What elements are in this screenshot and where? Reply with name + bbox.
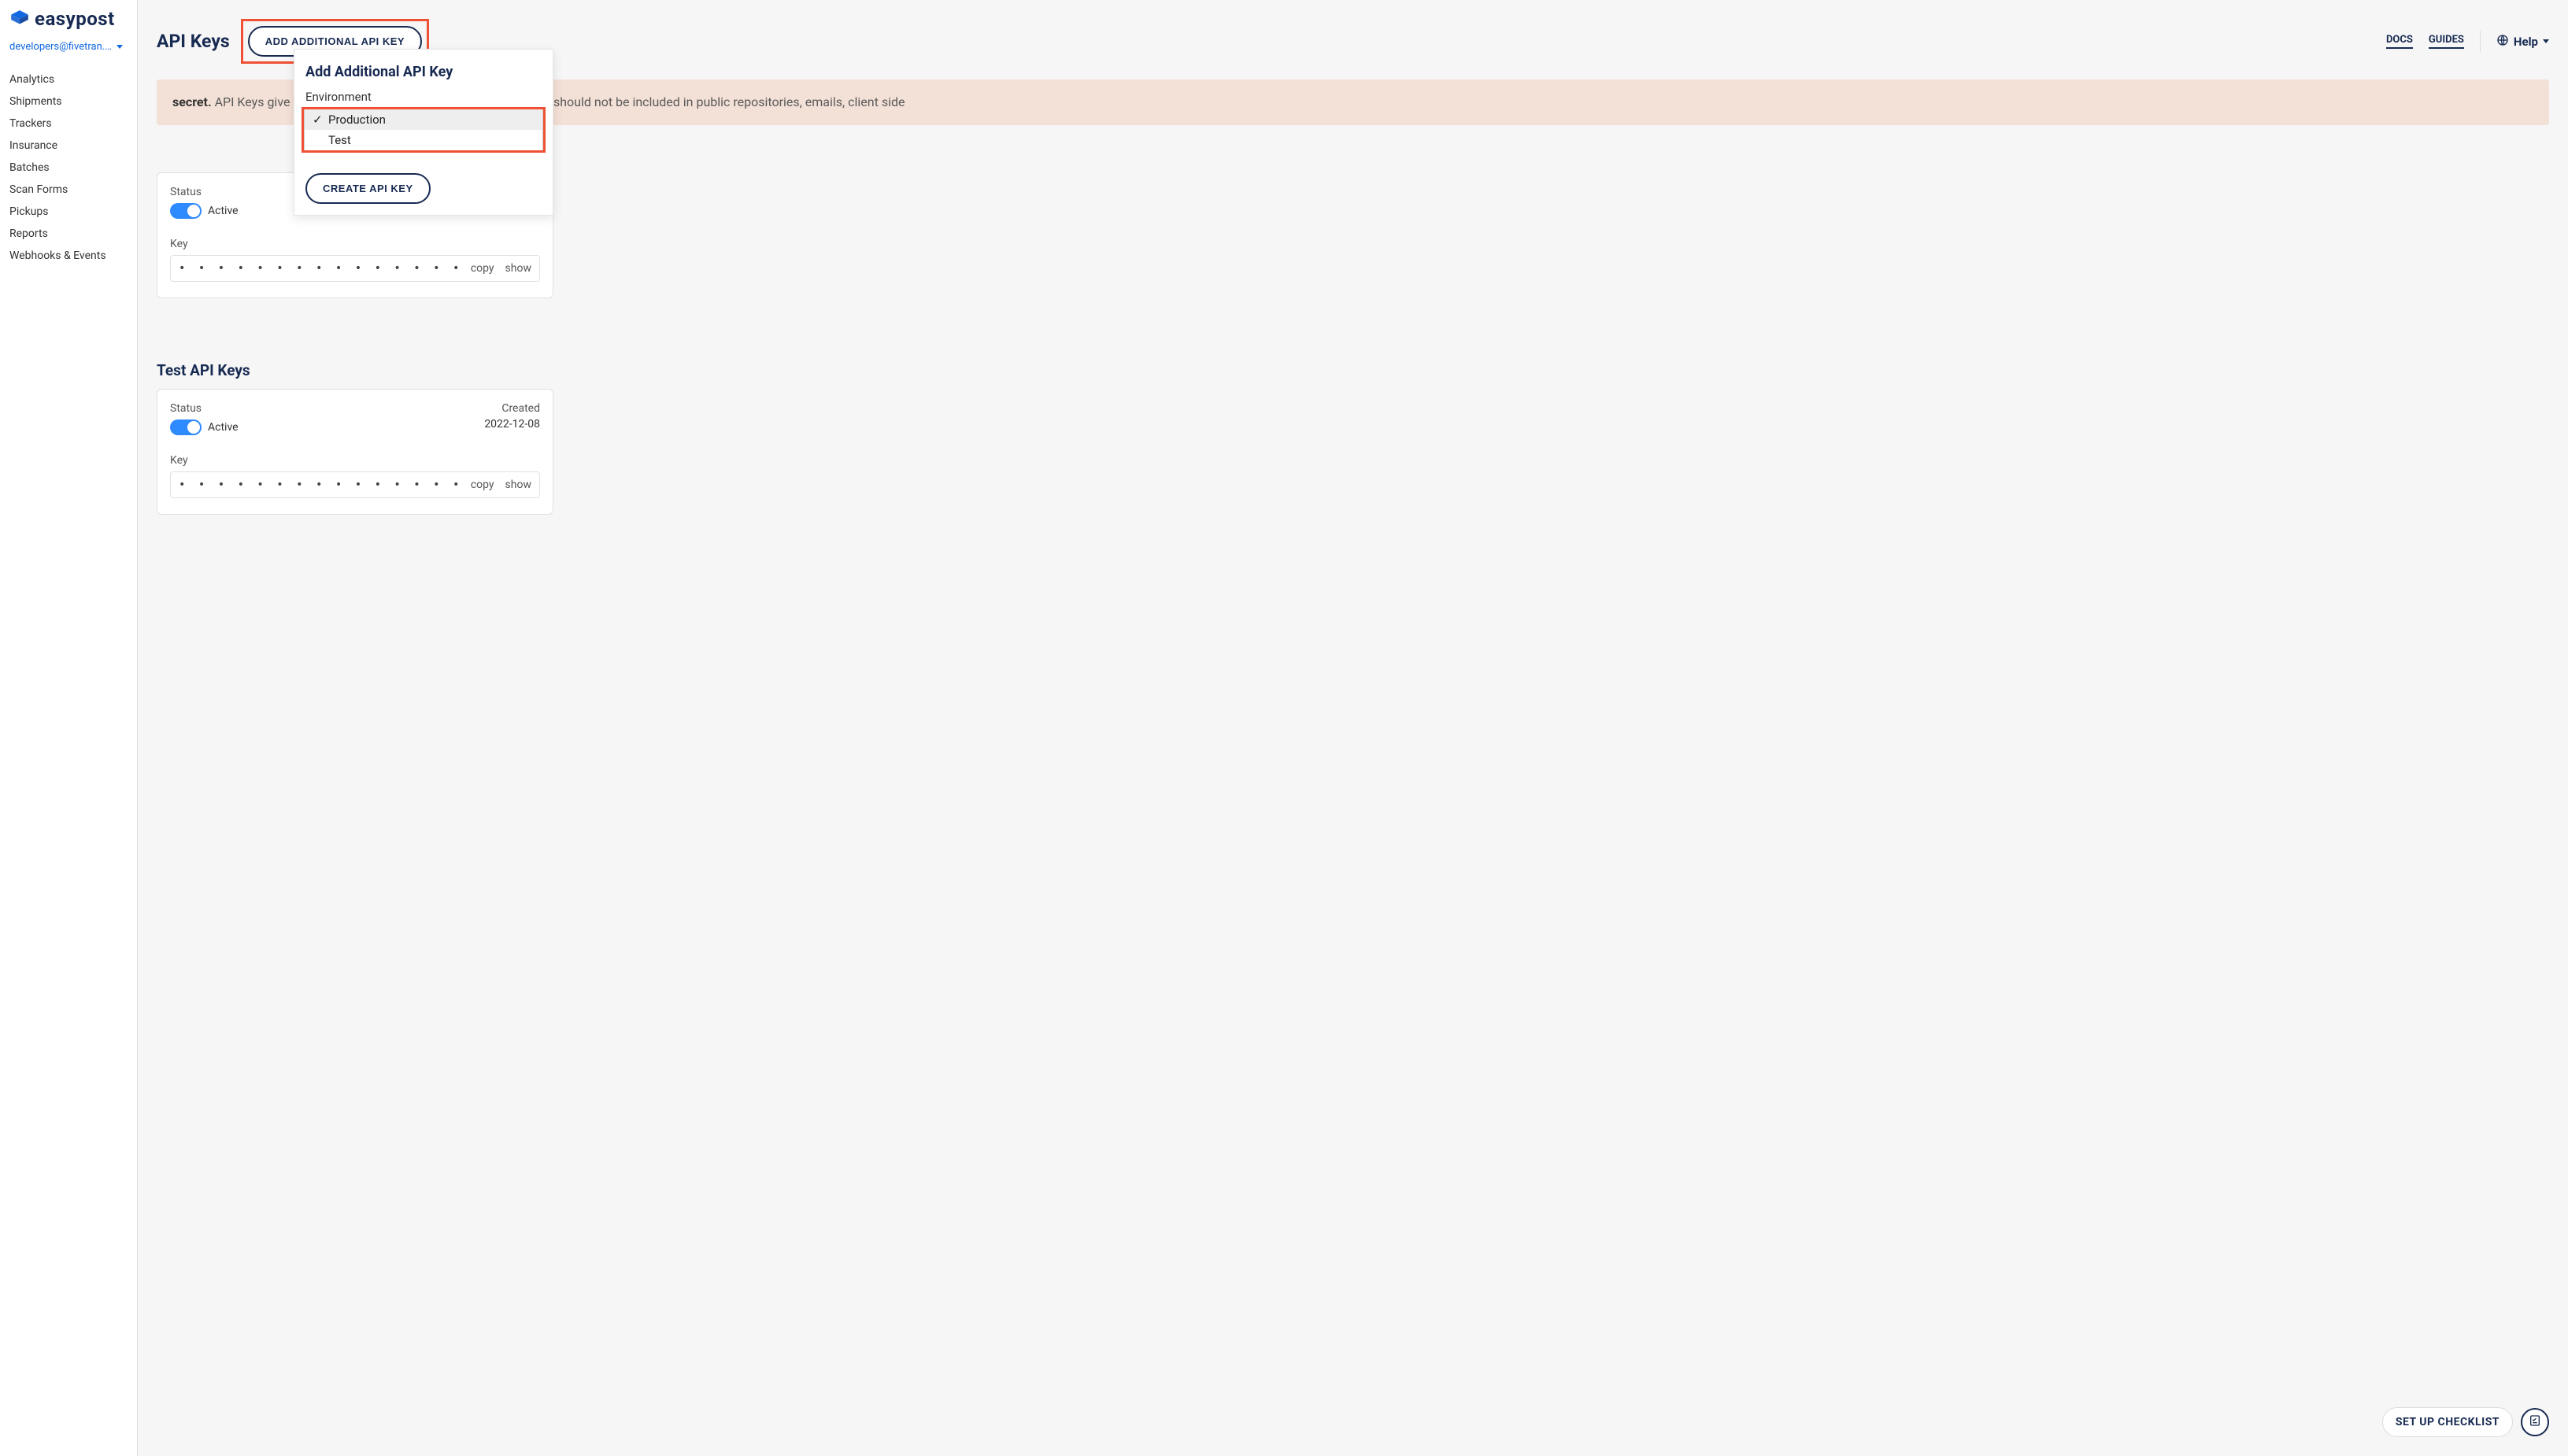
caret-down-icon: [2543, 39, 2549, 43]
guides-link[interactable]: GUIDES: [2429, 34, 2464, 49]
user-email: developers@fivetran.c...: [9, 41, 112, 53]
key-field: • • • • • • • • • • • • • • • • • • • • …: [170, 471, 540, 498]
key-masked-value: • • • • • • • • • • • • • • • • • • • • …: [179, 262, 460, 275]
brand-name: easypost: [35, 8, 115, 30]
key-field: • • • • • • • • • • • • • • • • • • • • …: [170, 255, 540, 282]
key-label: Key: [170, 454, 540, 467]
nav-item-batches[interactable]: Batches: [9, 157, 128, 179]
status-label: Status: [170, 402, 239, 415]
help-label: Help: [2514, 35, 2538, 49]
header-links: DOCS GUIDES Help: [2386, 31, 2549, 53]
nav-item-reports[interactable]: Reports: [9, 223, 128, 245]
add-api-key-popover: Add Additional API Key Environment ✓ Pro…: [294, 49, 553, 216]
show-key-button[interactable]: show: [505, 479, 531, 491]
created-label: Created: [484, 402, 540, 415]
globe-icon: [2496, 34, 2509, 50]
status-value: Active: [208, 205, 239, 217]
status-value: Active: [208, 421, 239, 434]
docs-link[interactable]: DOCS: [2386, 34, 2413, 49]
nav-item-scan-forms[interactable]: Scan Forms: [9, 179, 128, 201]
popover-title: Add Additional API Key: [305, 64, 542, 80]
logo-mark-icon: [9, 9, 30, 29]
main-content: API Keys ADD ADDITIONAL API KEY DOCS GUI…: [138, 0, 2568, 1456]
status-label: Status: [170, 186, 239, 198]
copy-key-button[interactable]: copy: [471, 262, 494, 275]
setup-checklist-button[interactable]: SET UP CHECKLIST: [2382, 1407, 2513, 1437]
show-key-button[interactable]: show: [505, 262, 531, 275]
test-section-title: Test API Keys: [157, 361, 2549, 379]
status-block: Status Active: [170, 186, 239, 219]
account-switcher[interactable]: developers@fivetran.c...: [9, 41, 128, 53]
status-toggle[interactable]: [170, 419, 202, 435]
environment-select[interactable]: ✓ Production Test: [305, 110, 542, 134]
brand-logo[interactable]: easypost: [9, 8, 128, 30]
created-date: 2022-12-08: [484, 418, 540, 431]
copy-key-button[interactable]: copy: [471, 479, 494, 491]
nav-item-webhooks[interactable]: Webhooks & Events: [9, 245, 128, 267]
option-test[interactable]: Test: [305, 130, 542, 150]
setup-checklist-fab[interactable]: [2521, 1408, 2549, 1436]
nav-item-insurance[interactable]: Insurance: [9, 135, 128, 157]
status-block: Status Active: [170, 402, 239, 435]
help-menu[interactable]: Help: [2496, 34, 2549, 50]
create-api-key-button[interactable]: CREATE API KEY: [305, 173, 431, 204]
nav-item-pickups[interactable]: Pickups: [9, 201, 128, 223]
option-label: Production: [328, 113, 386, 127]
nav-item-trackers[interactable]: Trackers: [9, 113, 128, 135]
setup-checklist-widget: SET UP CHECKLIST: [2382, 1407, 2549, 1437]
banner-bold: secret.: [172, 94, 212, 109]
environment-dropdown: ✓ Production Test: [304, 109, 543, 151]
page-title: API Keys: [157, 31, 230, 52]
key-masked-value: • • • • • • • • • • • • • • • • • • • • …: [179, 479, 460, 491]
nav-item-shipments[interactable]: Shipments: [9, 91, 128, 113]
option-production[interactable]: ✓ Production: [305, 109, 542, 130]
checkmark-icon: ✓: [313, 113, 322, 127]
nav-list: Analytics Shipments Trackers Insurance B…: [9, 68, 128, 267]
created-block: Created 2022-12-08: [484, 402, 540, 431]
caret-down-icon: [117, 45, 123, 49]
divider: [2480, 31, 2481, 53]
environment-label: Environment: [305, 90, 542, 104]
status-toggle[interactable]: [170, 203, 202, 219]
test-key-card: Status Active Created 2022-12-08 Key • •…: [157, 389, 553, 515]
nav-item-analytics[interactable]: Analytics: [9, 68, 128, 91]
checklist-icon: [2529, 1414, 2541, 1430]
sidebar: easypost developers@fivetran.c... Analyt…: [0, 0, 138, 1456]
key-label: Key: [170, 238, 540, 250]
option-label: Test: [328, 133, 351, 147]
